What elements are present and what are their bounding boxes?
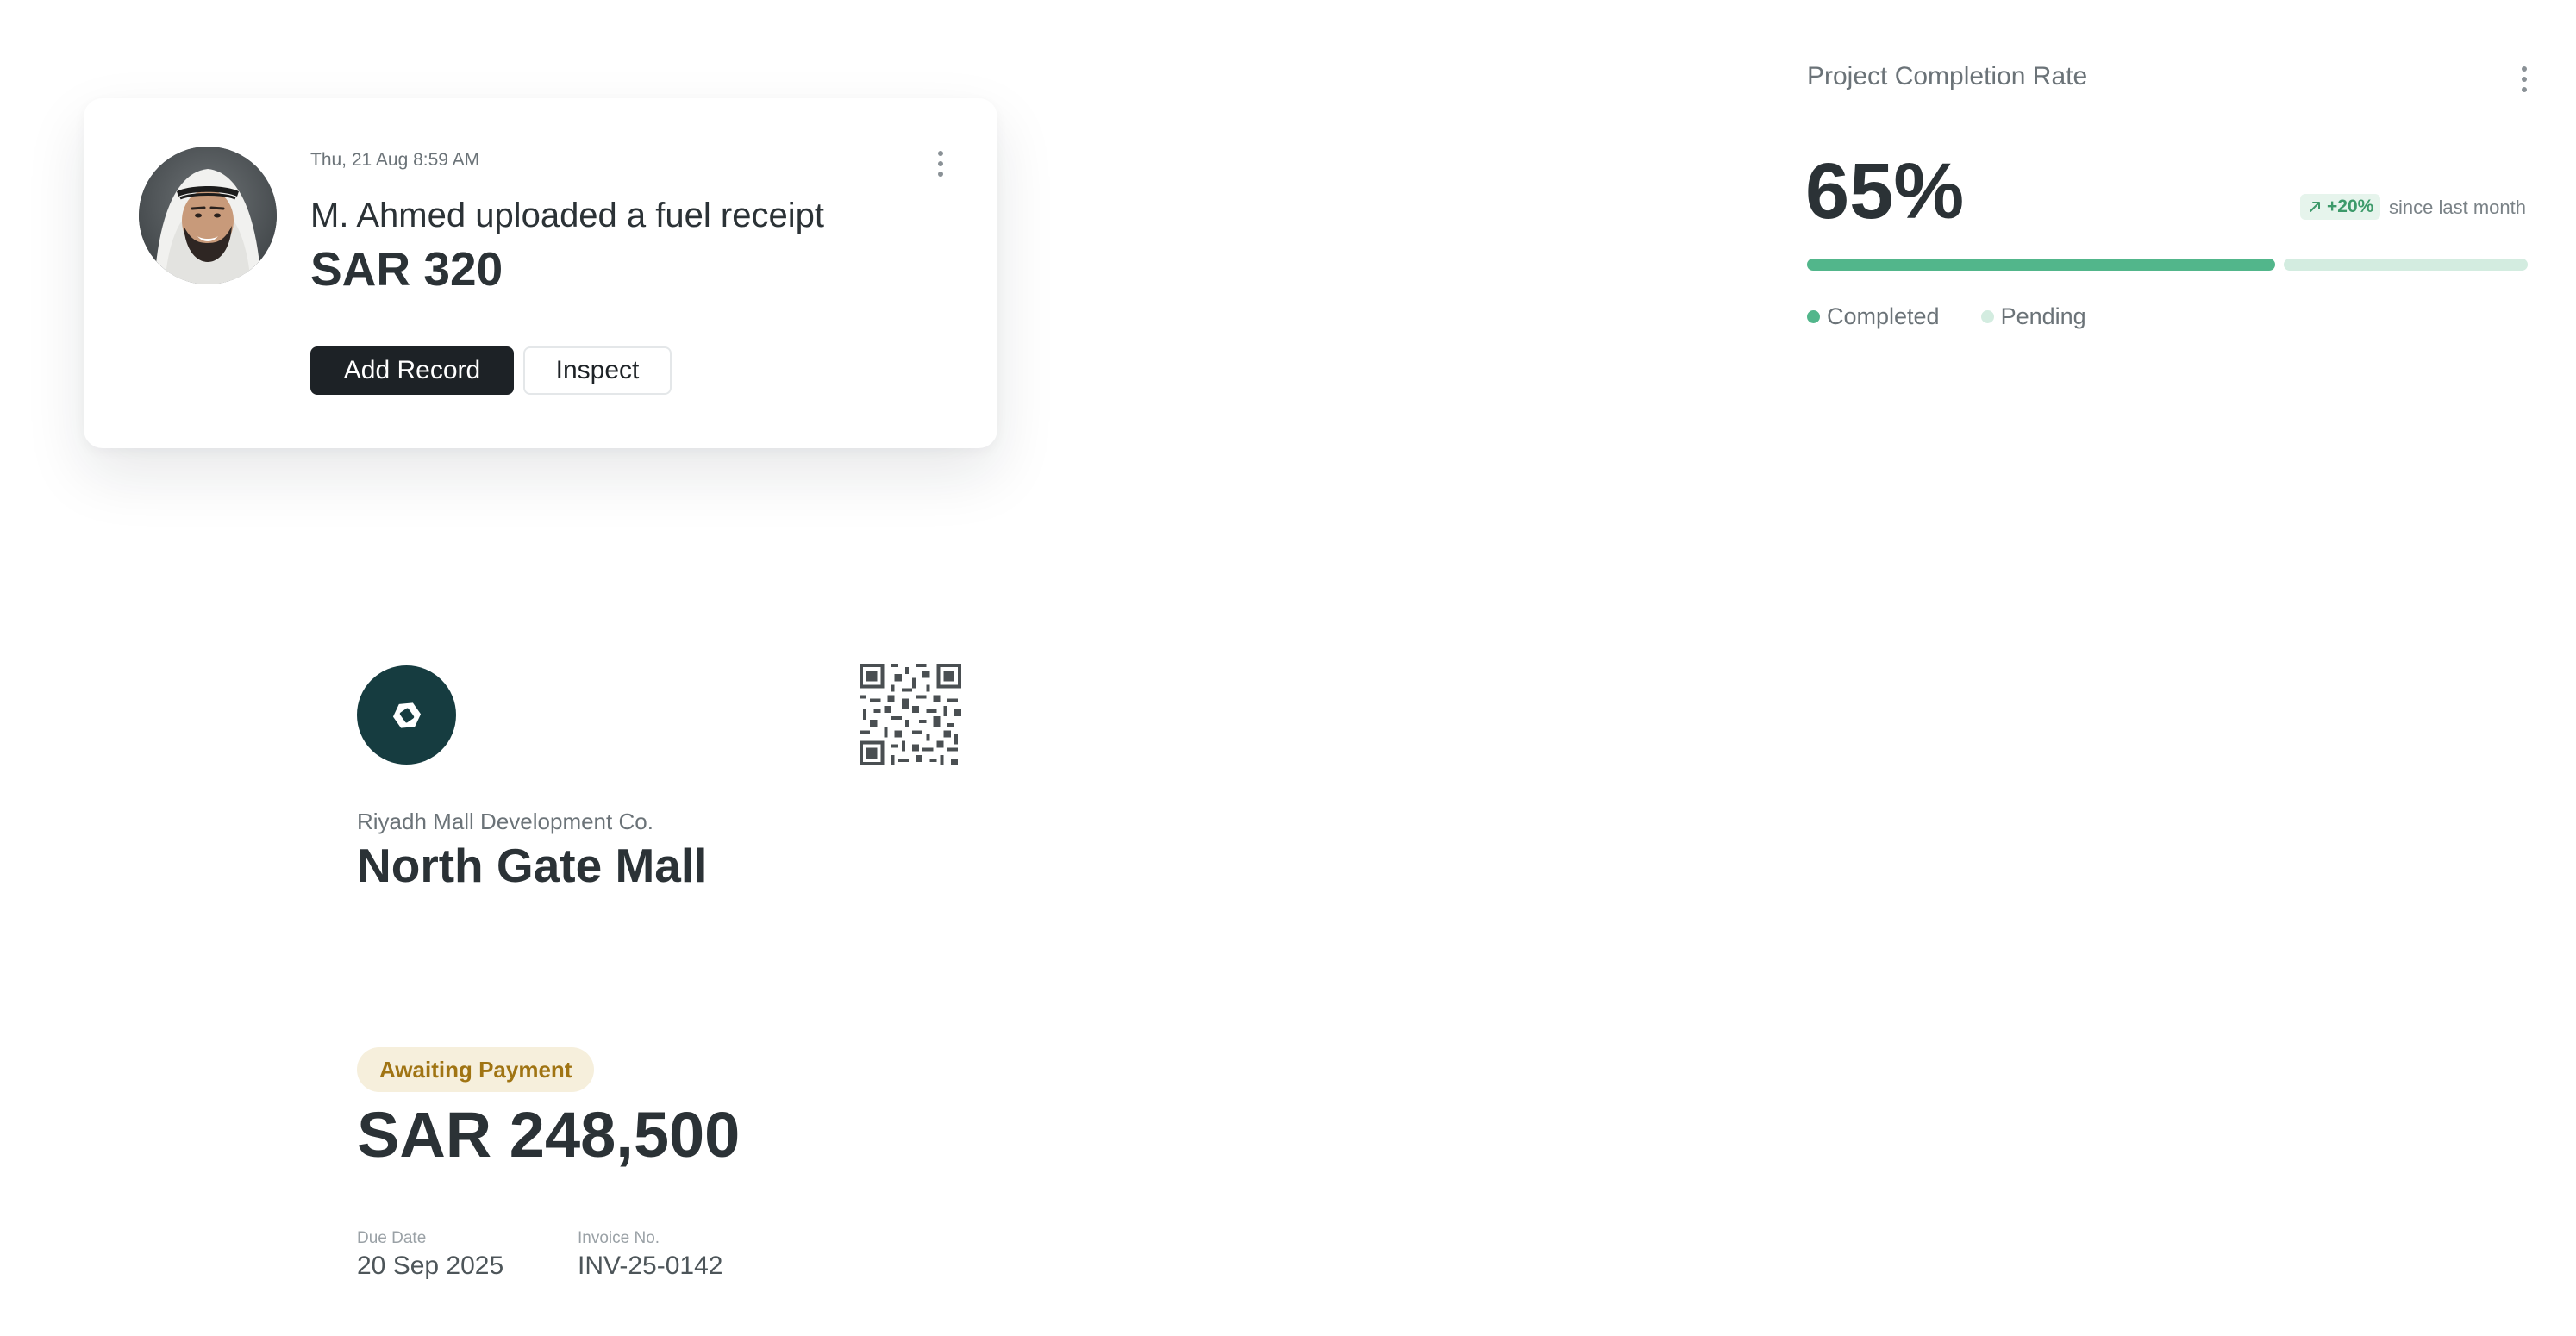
invoice-amount: SAR 248,500 — [357, 1099, 741, 1171]
arrow-up-right-icon — [2310, 202, 2320, 212]
activity-timestamp: Thu, 21 Aug 8:59 AM — [310, 150, 480, 170]
project-name: North Gate Mall — [357, 839, 708, 892]
legend-item-pending: Pending — [1980, 303, 2086, 330]
completion-more-icon[interactable] — [2514, 62, 2535, 97]
activity-amount: SAR 320 — [310, 242, 503, 296]
company-name: Riyadh Mall Development Co. — [357, 808, 653, 834]
progress-pending — [2284, 259, 2528, 271]
due-date-value: 20 Sep 2025 — [357, 1252, 504, 1280]
activity-card: Thu, 21 Aug 8:59 AM M. Ahmed uploaded a … — [84, 98, 997, 448]
completion-progress-bar — [1807, 259, 2528, 271]
activity-more-icon[interactable] — [930, 147, 951, 181]
status-badge: Awaiting Payment — [357, 1047, 595, 1092]
add-record-button[interactable]: Add Record — [310, 346, 514, 395]
trend-value: +20% — [2327, 197, 2374, 216]
completion-value: 65% — [1805, 147, 1965, 235]
invoice-number-label: Invoice No. — [578, 1229, 660, 1247]
user-avatar-image — [139, 147, 277, 284]
trend-badge: +20% — [2300, 194, 2381, 220]
activity-message: M. Ahmed uploaded a fuel receipt — [310, 197, 824, 234]
inspect-button[interactable]: Inspect — [523, 346, 672, 395]
company-logo-icon — [357, 665, 456, 765]
legend-swatch-pending — [1980, 310, 1994, 323]
legend-swatch-completed — [1807, 310, 1820, 323]
avatar[interactable] — [139, 147, 277, 284]
invoice-number-value: INV-25-0142 — [578, 1252, 723, 1280]
completion-legend: Completed Pending — [1807, 303, 2086, 330]
trend-caption: since last month — [2389, 197, 2526, 218]
qr-code-icon — [860, 664, 961, 765]
due-date-label: Due Date — [357, 1229, 427, 1247]
completion-title: Project Completion Rate — [1807, 62, 2088, 91]
progress-completed — [1807, 259, 2275, 271]
legend-label-completed: Completed — [1827, 303, 1940, 329]
legend-item-completed: Completed — [1807, 303, 1940, 330]
legend-label-pending: Pending — [2000, 303, 2086, 329]
